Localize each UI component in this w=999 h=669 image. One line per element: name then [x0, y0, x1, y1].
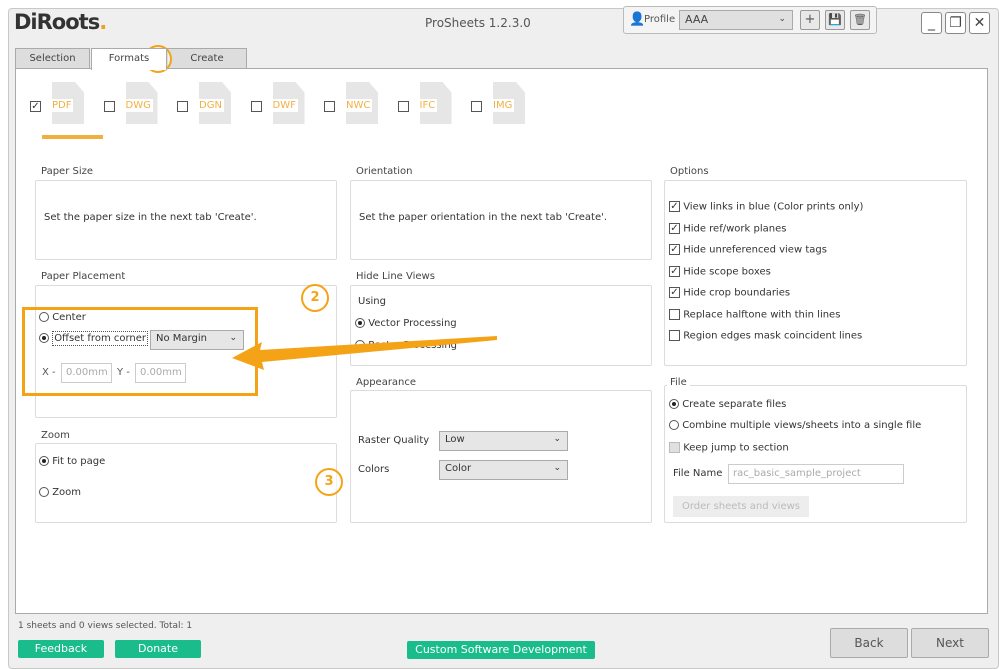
arrow-shape — [232, 336, 497, 370]
annotation-2: 2 — [301, 284, 329, 312]
annotation-3: 3 — [315, 468, 343, 496]
tab-formats[interactable]: Formats — [91, 48, 167, 70]
annotation-arrow — [232, 336, 497, 370]
